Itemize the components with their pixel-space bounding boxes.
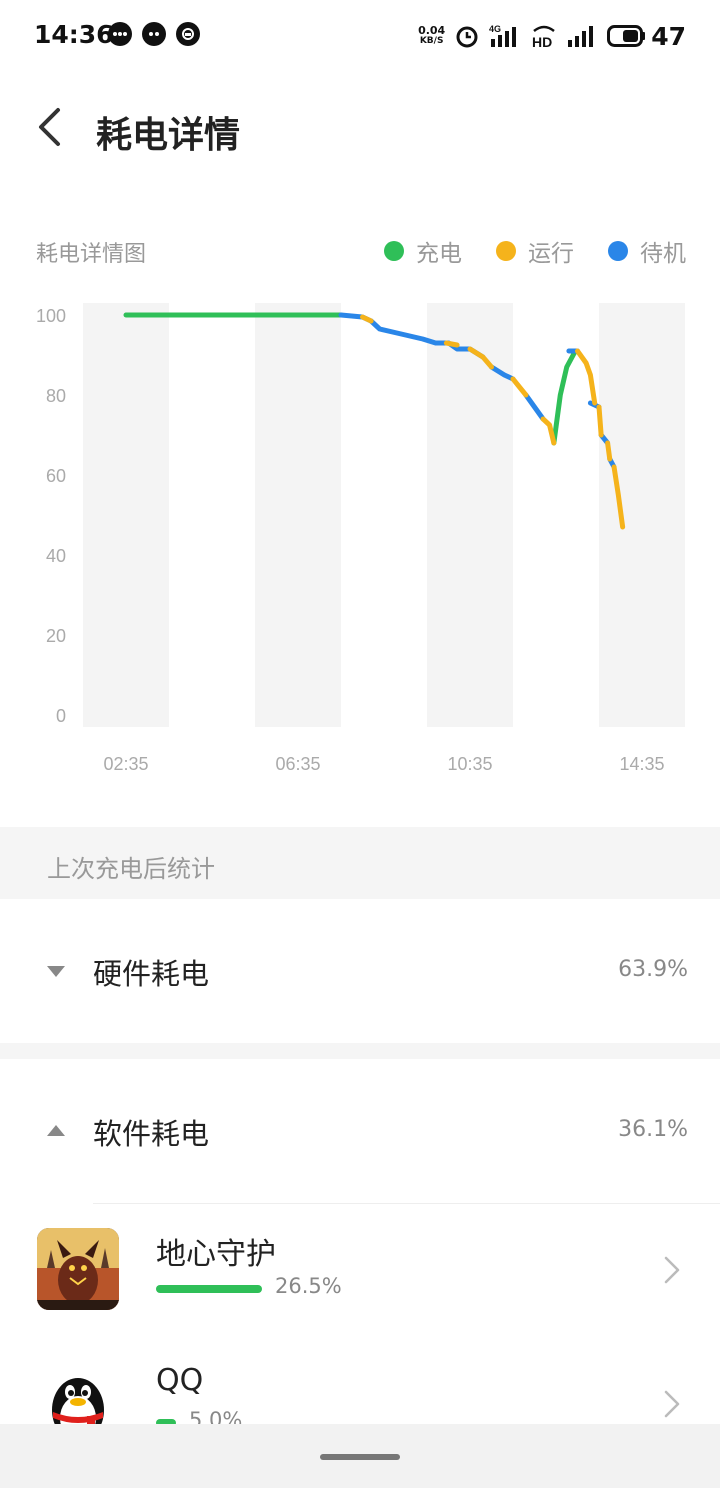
alarm-icon <box>456 26 478 48</box>
battery-icon <box>607 25 646 47</box>
legend-item-standby: 待机 <box>608 234 686 268</box>
expand-triangle-icon <box>47 1125 65 1136</box>
hd-icon: HD <box>532 25 555 49</box>
4g-signal-icon: 4G <box>489 24 517 47</box>
net-speed: 0.04 KB/S <box>418 24 446 46</box>
chevron-right-icon <box>664 1390 680 1418</box>
legend-item-running: 运行 <box>496 234 574 268</box>
y-tick-label: 100 <box>36 306 66 326</box>
app-name: 地心守护 <box>156 1237 276 1272</box>
back-button[interactable] <box>24 102 74 152</box>
signal-icon <box>568 26 594 47</box>
chart-band <box>255 303 341 727</box>
series-line-充电 <box>551 348 578 446</box>
y-tick-label: 40 <box>46 546 66 566</box>
app-name: QQ <box>156 1363 204 1398</box>
legend-dot-charging <box>384 241 404 261</box>
series-line-运行 <box>510 376 529 398</box>
section-divider <box>0 1043 720 1059</box>
chart-header: 耗电详情图 充电 运行 待机 <box>36 234 686 270</box>
hardware-value: 63.9% <box>618 957 688 982</box>
series-line-运行 <box>575 348 598 406</box>
app-icon <box>176 22 200 46</box>
wechat-icon <box>142 22 166 46</box>
series-line-运行 <box>540 416 557 446</box>
legend-dot-running <box>496 241 516 261</box>
x-tick-label: 02:35 <box>103 754 148 774</box>
app-row[interactable]: 地心守护 26.5% <box>0 1204 720 1338</box>
series-line-待机 <box>523 392 546 422</box>
chart-title: 耗电详情图 <box>36 242 147 267</box>
battery-chart: 100 80 60 40 20 0 02:35 06:35 10:35 14:35 <box>36 303 685 774</box>
software-consumption-row[interactable]: 软件耗电 36.1% <box>0 1059 720 1203</box>
y-tick-label: 60 <box>46 466 66 486</box>
legend-label: 待机 <box>640 241 686 267</box>
legend-label: 充电 <box>416 241 462 267</box>
x-tick-label: 06:35 <box>275 754 320 774</box>
game-app-icon <box>37 1228 119 1310</box>
software-value: 36.1% <box>618 1117 688 1142</box>
section-title: 上次充电后统计 <box>47 855 215 883</box>
software-label: 软件耗电 <box>93 1117 210 1151</box>
status-time: 14:36 <box>34 20 114 49</box>
legend-label: 运行 <box>528 241 574 267</box>
chevron-left-icon <box>39 108 60 146</box>
page-title: 耗电详情 <box>96 115 241 156</box>
chart-band <box>599 303 685 727</box>
legend-dot-standby <box>608 241 628 261</box>
battery-level: 47 <box>651 21 686 51</box>
y-tick-label: 20 <box>46 626 66 646</box>
series-line-运行 <box>360 314 374 324</box>
chart-band <box>427 303 513 727</box>
home-indicator[interactable] <box>320 1454 400 1460</box>
x-tick-label: 14:35 <box>619 754 664 774</box>
usage-percent: 26.5% <box>275 1274 342 1298</box>
hardware-label: 硬件耗电 <box>93 957 210 991</box>
section-header: 上次充电后统计 <box>0 827 720 899</box>
collapse-triangle-icon <box>47 966 65 977</box>
system-status: 0.04 KB/S 4G HD 47 <box>418 20 686 52</box>
hardware-consumption-row[interactable]: 硬件耗电 63.9% <box>0 899 720 1043</box>
notification-icons <box>108 22 200 46</box>
battery: 47 <box>607 22 686 51</box>
chat-icon <box>108 22 132 46</box>
navigation-bar <box>0 1424 720 1488</box>
x-tick-label: 10:35 <box>447 754 492 774</box>
y-tick-label: 0 <box>56 706 66 726</box>
status-bar: 14:36 0.04 KB/S 4G HD 47 <box>0 0 720 72</box>
legend-item-charging: 充电 <box>384 234 462 268</box>
series-line-运行 <box>605 440 613 462</box>
y-tick-label: 80 <box>46 386 66 406</box>
chevron-right-icon <box>664 1256 680 1284</box>
chart-legend: 充电 运行 待机 <box>384 234 686 268</box>
net-speed-unit: KB/S <box>419 36 444 46</box>
svg-text:HD: HD <box>532 34 552 49</box>
chart-band <box>83 303 169 727</box>
series-line-运行 <box>443 340 460 348</box>
app-header: 耗电详情 <box>0 88 720 168</box>
svg-text:4G: 4G <box>489 24 501 34</box>
net-speed-value: 0.04 <box>418 24 446 37</box>
usage-bar <box>156 1285 262 1293</box>
series-line-运行 <box>596 404 604 438</box>
